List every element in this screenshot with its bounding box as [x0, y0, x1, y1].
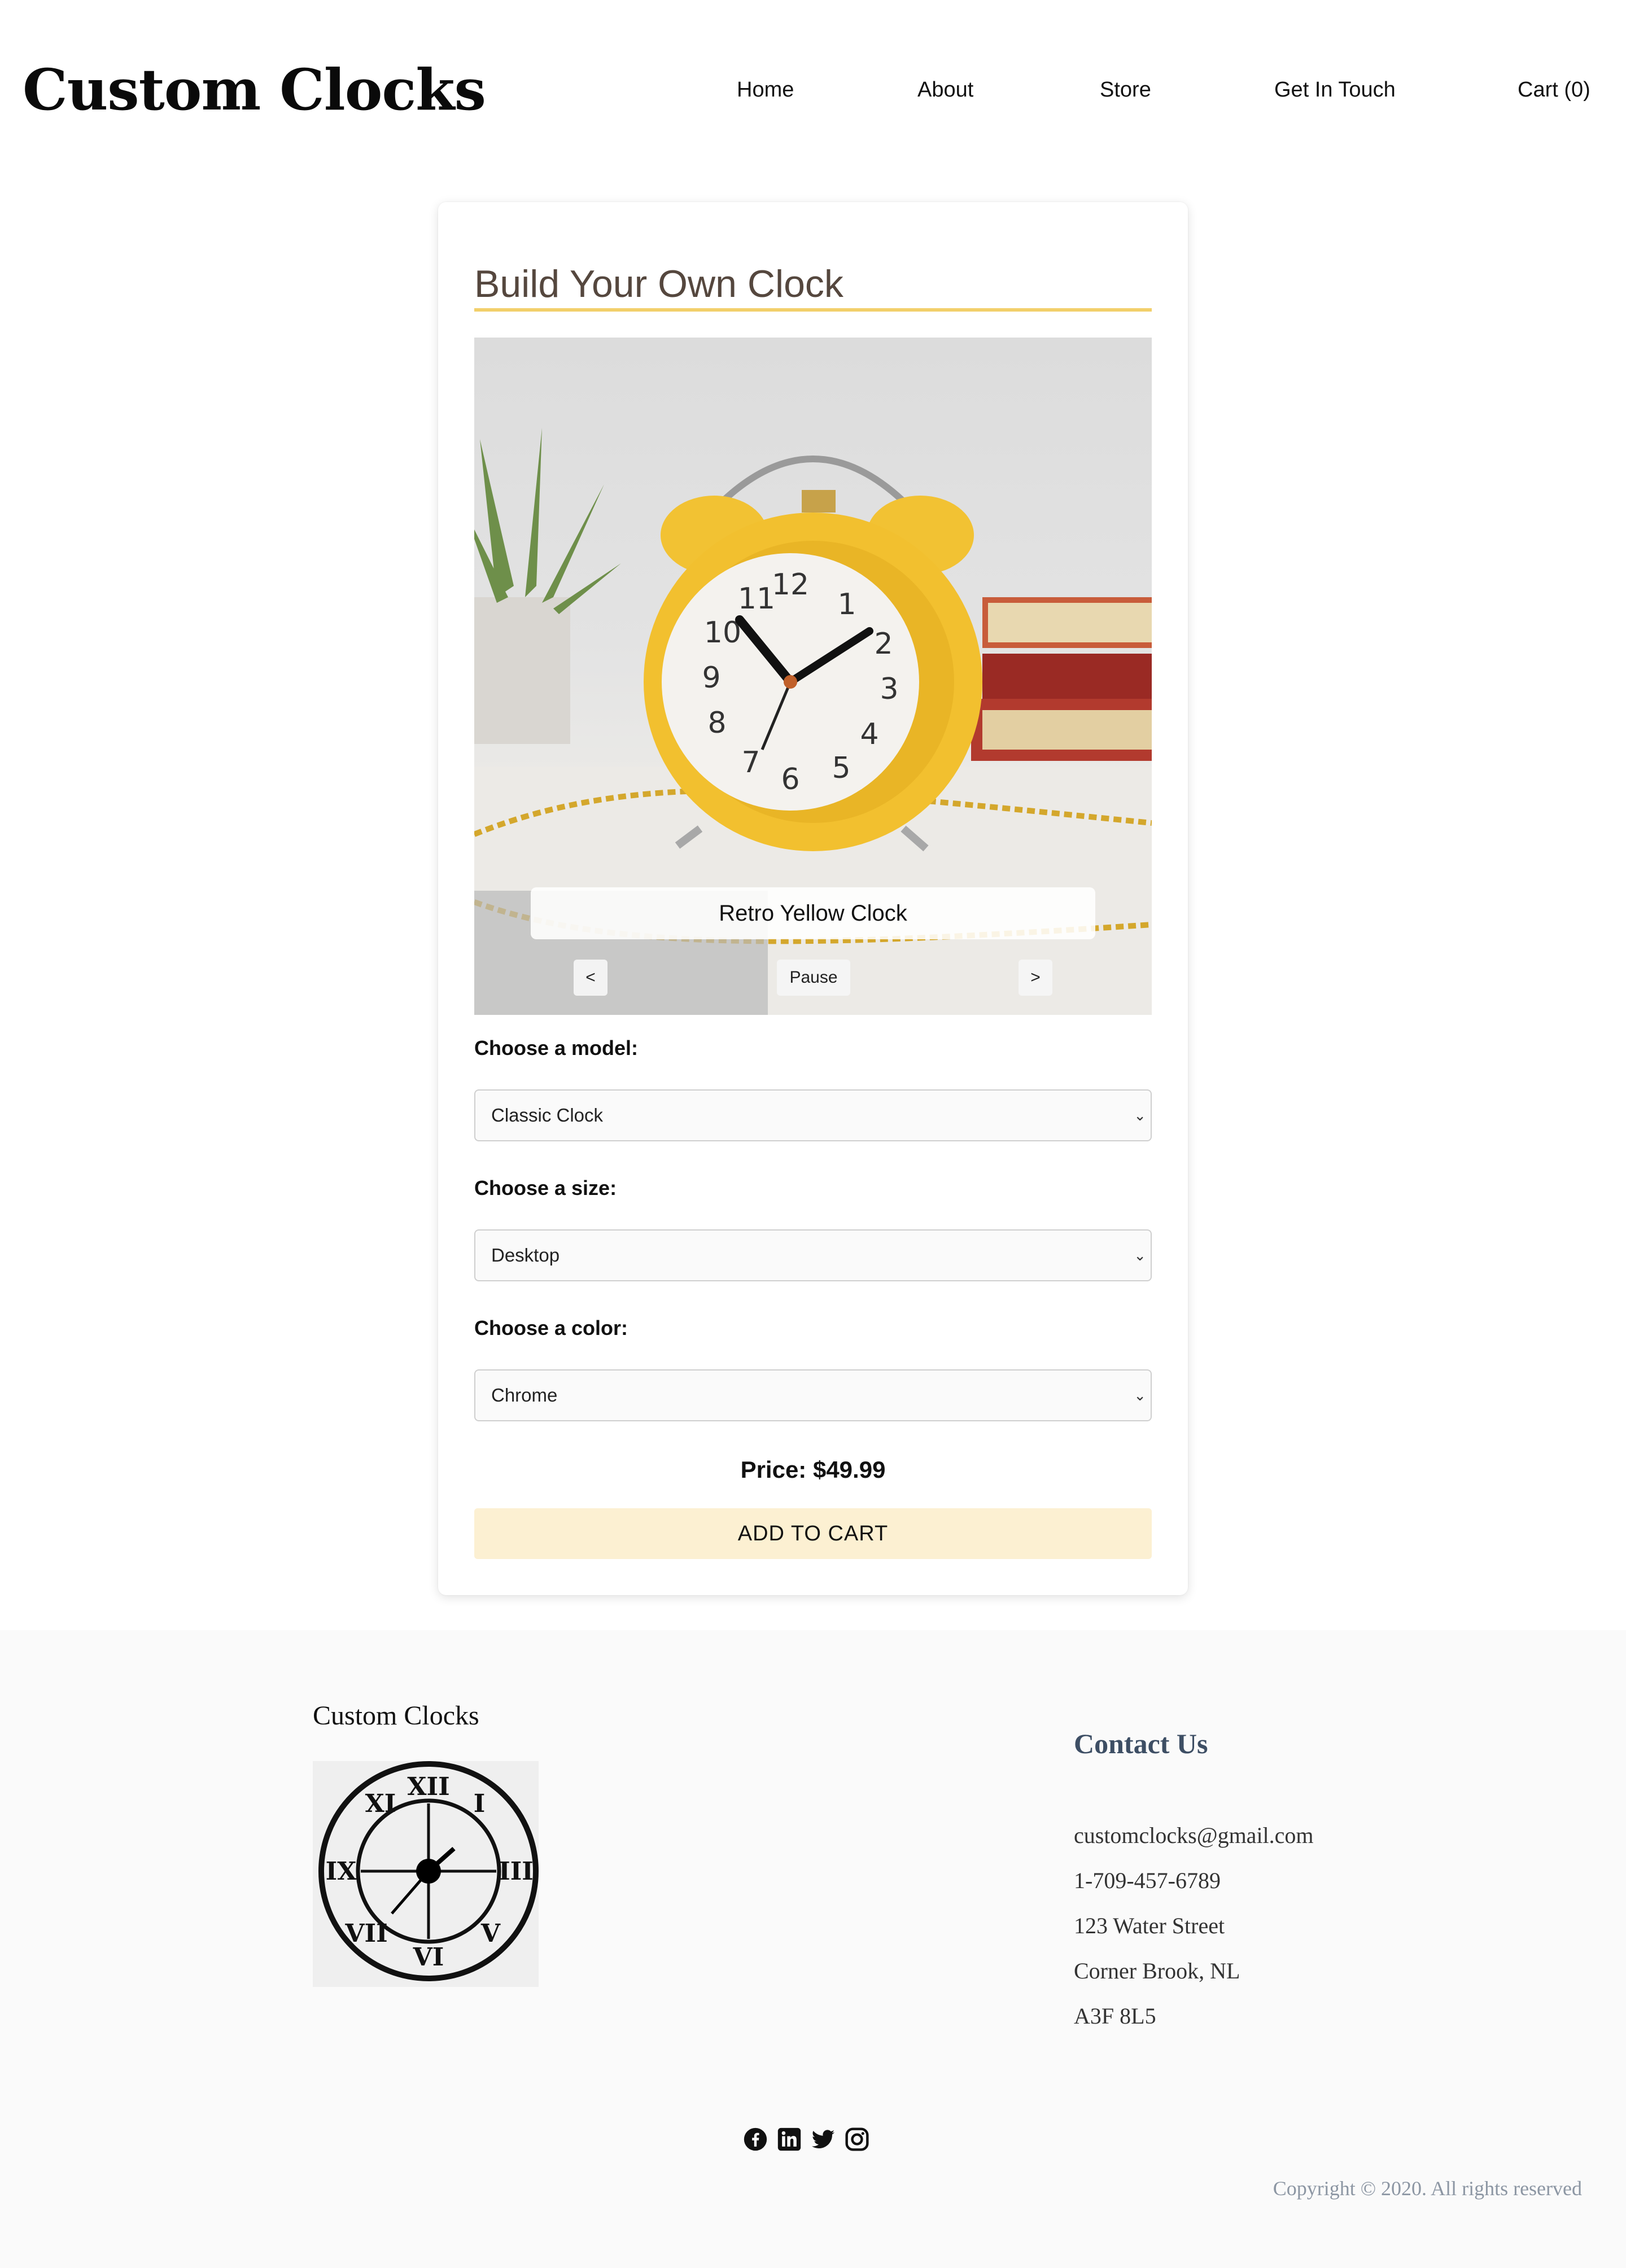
model-label: Choose a model: — [474, 1036, 639, 1059]
svg-text:6: 6 — [781, 763, 799, 796]
svg-text:V: V — [480, 1919, 501, 1948]
svg-text:I: I — [474, 1789, 486, 1818]
twitter-icon[interactable] — [811, 2127, 836, 2152]
nav-get-in-touch[interactable]: Get In Touch — [1274, 78, 1396, 102]
svg-text:XI: XI — [365, 1789, 396, 1818]
footer-clock-logo: XII VI IX III XI I VII V — [313, 1761, 539, 1987]
svg-text:IX: IX — [326, 1857, 357, 1886]
size-select[interactable]: Desktop ⌄ — [474, 1229, 1152, 1281]
size-label: Choose a size: — [474, 1176, 617, 1199]
linkedin-icon[interactable] — [777, 2127, 802, 2152]
color-select-value: Chrome — [491, 1385, 558, 1406]
nav-store[interactable]: Store — [1100, 78, 1151, 102]
svg-text:3: 3 — [880, 672, 898, 706]
contact-email[interactable]: customclocks@gmail.com — [1074, 1822, 1314, 1849]
footer-brand: Custom Clocks — [313, 1701, 479, 1731]
svg-text:1: 1 — [837, 588, 856, 621]
svg-text:5: 5 — [832, 751, 850, 785]
color-label: Choose a color: — [474, 1316, 628, 1339]
model-select-value: Classic Clock — [491, 1105, 604, 1126]
copyright-text: Copyright © 2020. All rights reserved — [1273, 2177, 1582, 2200]
svg-text:III: III — [499, 1857, 534, 1886]
contact-street: 123 Water Street — [1074, 1913, 1225, 1938]
contact-city: Corner Brook, NL — [1074, 1958, 1240, 1984]
slide-next-button[interactable]: > — [1019, 960, 1052, 996]
svg-text:XII: XII — [407, 1772, 449, 1801]
add-to-cart-button[interactable]: ADD TO CART — [474, 1508, 1152, 1559]
slide-prev-button[interactable]: < — [574, 960, 607, 996]
facebook-icon[interactable] — [743, 2127, 768, 2152]
chevron-down-icon: ⌄ — [1134, 1107, 1146, 1124]
social-links — [743, 2127, 869, 2154]
price-display: Price: $49.99 — [740, 1456, 886, 1483]
svg-text:12: 12 — [772, 568, 809, 602]
svg-text:VI: VI — [413, 1943, 444, 1972]
nav-about[interactable]: About — [917, 78, 973, 102]
svg-text:7: 7 — [741, 746, 760, 780]
svg-text:VII: VII — [344, 1919, 387, 1948]
instagram-icon[interactable] — [845, 2127, 869, 2152]
nav-cart[interactable]: Cart (0) — [1518, 78, 1590, 102]
svg-text:8: 8 — [707, 706, 726, 740]
chevron-down-icon: ⌄ — [1134, 1247, 1146, 1264]
title-underline — [474, 308, 1152, 312]
svg-text:4: 4 — [860, 717, 878, 751]
slide-pause-button[interactable]: Pause — [777, 960, 850, 996]
product-slideshow: 12 1 2 3 4 5 6 7 8 9 10 11 Retro Yellow … — [474, 338, 1152, 1015]
nav-home[interactable]: Home — [737, 78, 794, 102]
site-footer: Custom Clocks XII VI IX III XI I VII V C… — [0, 1630, 1626, 2268]
contact-heading: Contact Us — [1074, 1728, 1208, 1759]
svg-text:9: 9 — [702, 661, 720, 695]
site-header: Custom Clocks Home About Store Get In To… — [0, 0, 1626, 181]
model-select[interactable]: Classic Clock ⌄ — [474, 1089, 1152, 1141]
page-title: Build Your Own Clock — [474, 262, 843, 305]
wall-clock-icon: XII VI IX III XI I VII V — [313, 1761, 539, 1987]
size-select-value: Desktop — [491, 1245, 560, 1266]
site-logo-text[interactable]: Custom Clocks — [23, 56, 486, 123]
color-select[interactable]: Chrome ⌄ — [474, 1369, 1152, 1421]
contact-phone[interactable]: 1-709-457-6789 — [1074, 1867, 1221, 1894]
svg-text:2: 2 — [874, 627, 893, 661]
chevron-down-icon: ⌄ — [1134, 1387, 1146, 1404]
contact-postal-code: A3F 8L5 — [1074, 2003, 1156, 2029]
svg-text:11: 11 — [738, 582, 775, 616]
clock-builder-card: Build Your Own Clock 12 1 2 3 4 5 6 7 8 … — [438, 202, 1188, 1595]
slide-caption: Retro Yellow Clock — [531, 887, 1095, 939]
